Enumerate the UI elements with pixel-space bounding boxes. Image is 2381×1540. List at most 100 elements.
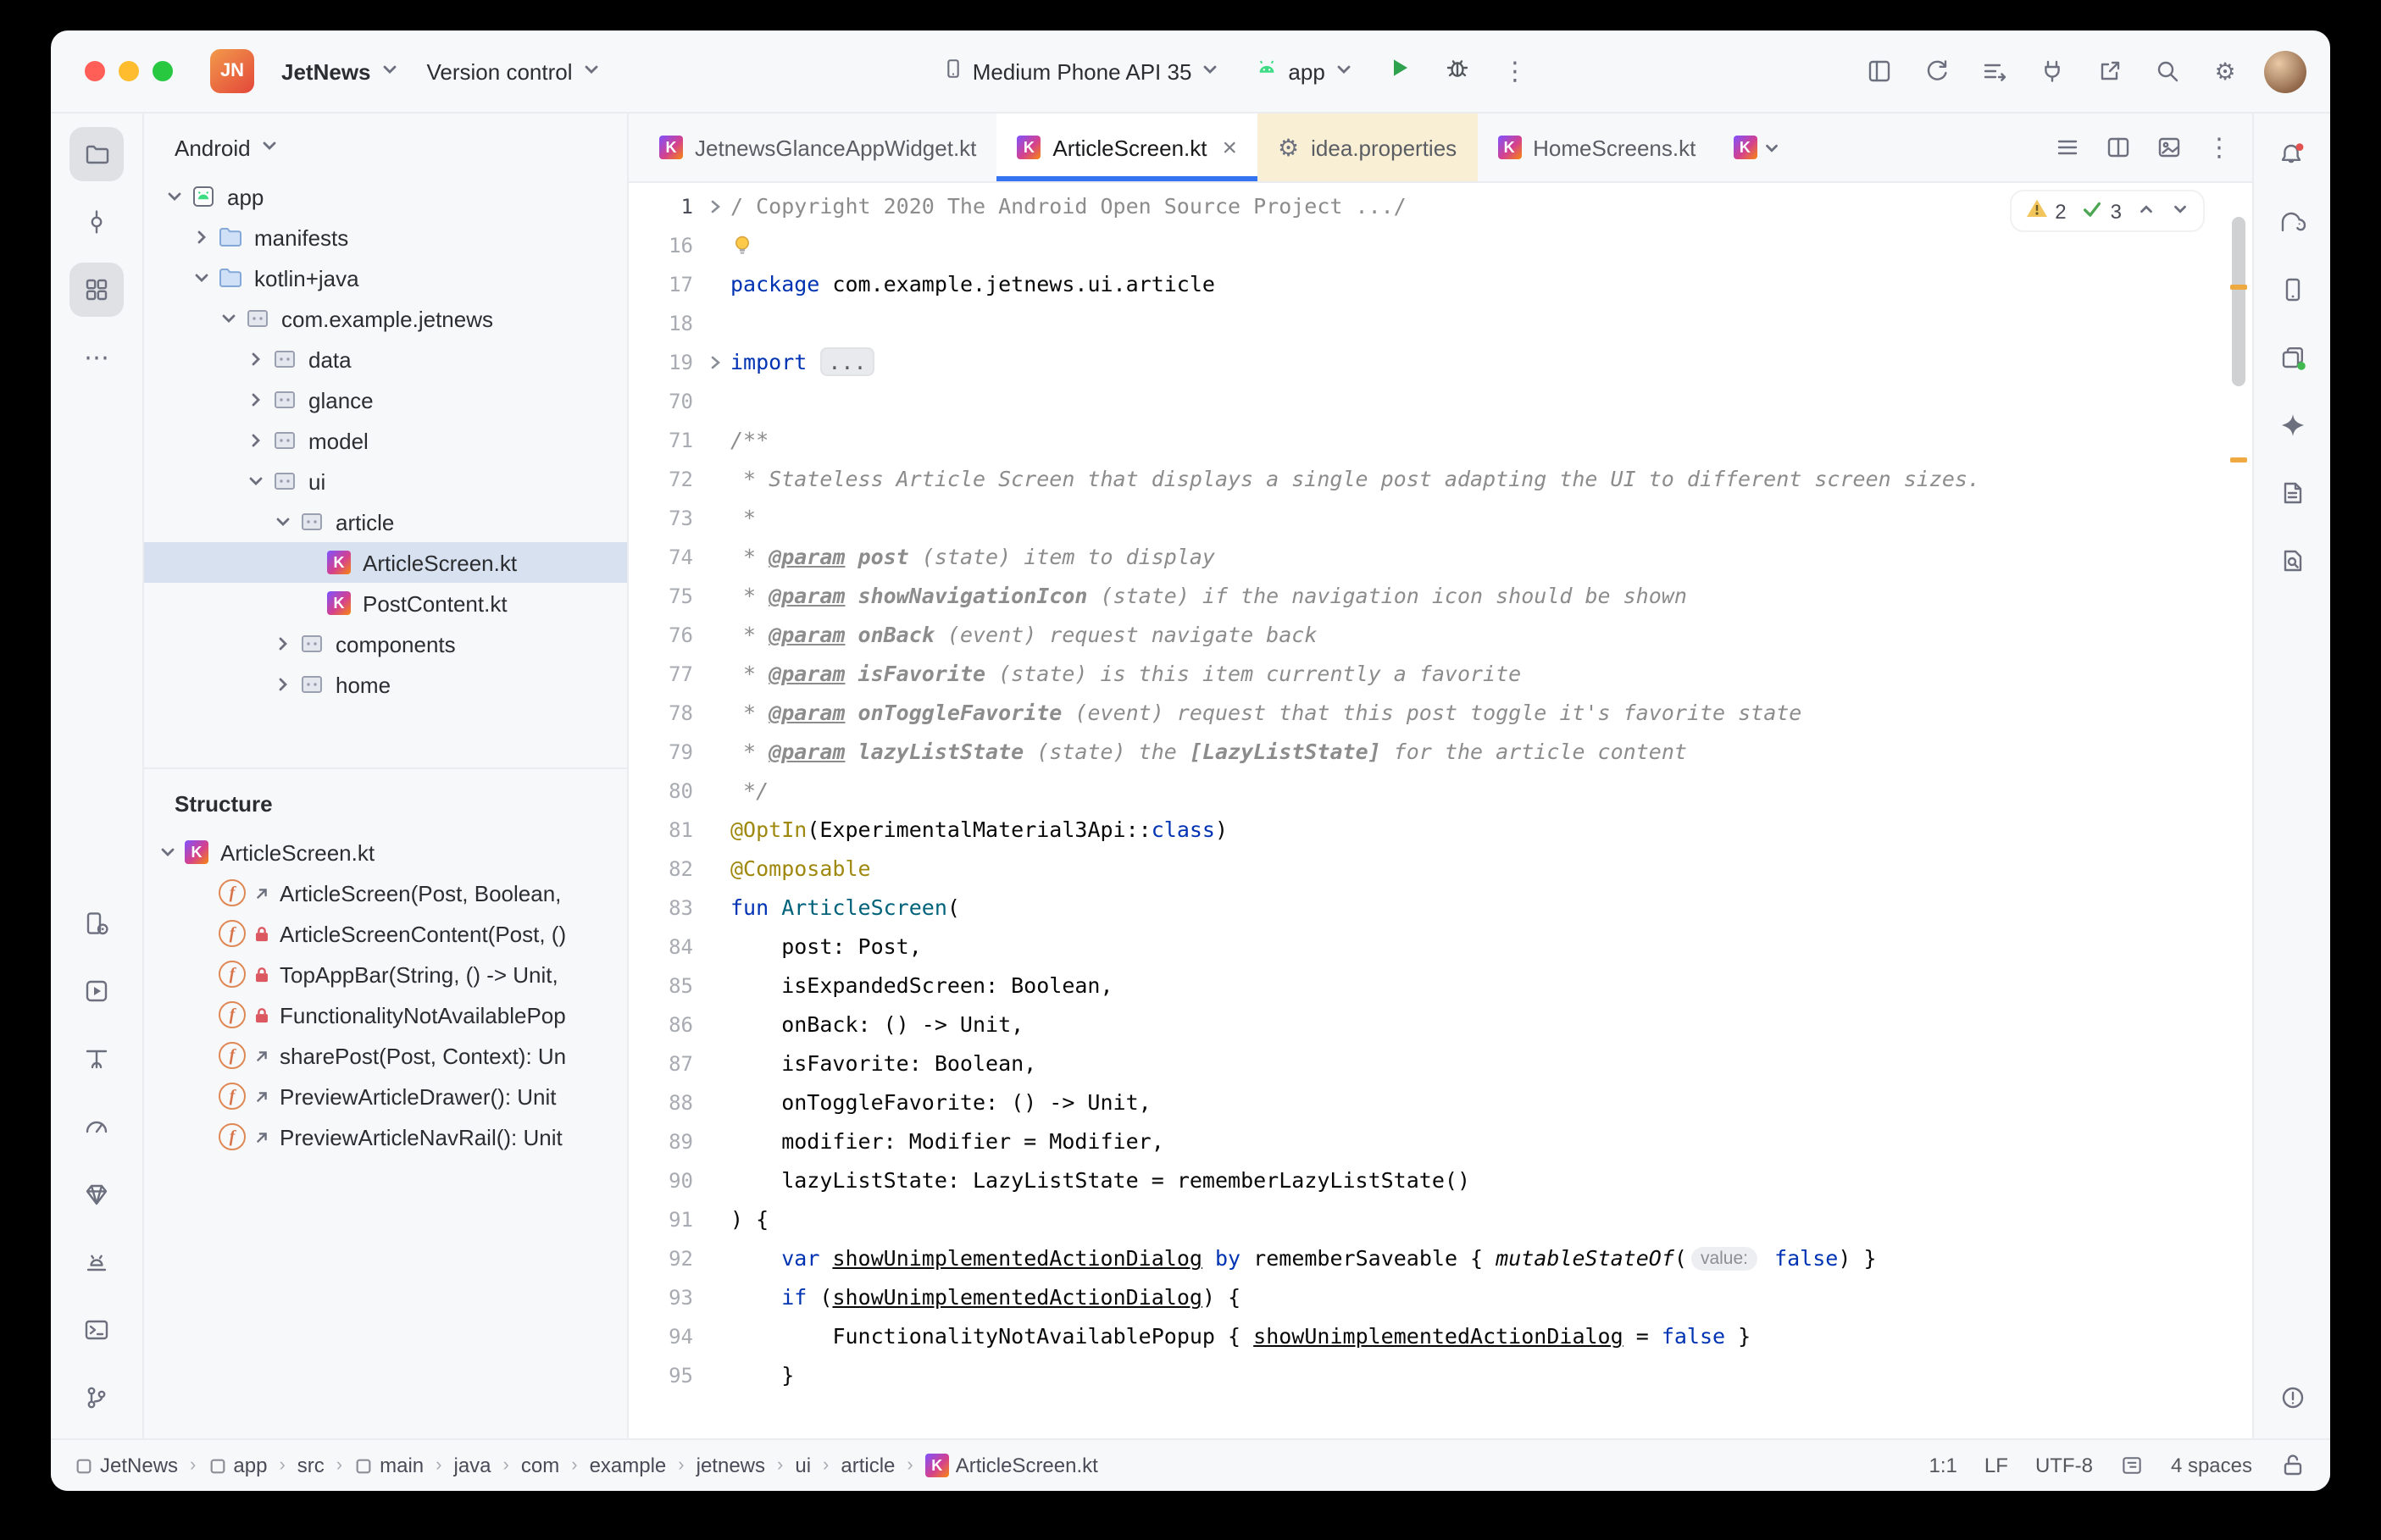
tab-idea.properties[interactable]: ⚙idea.properties <box>1257 114 1477 181</box>
sync-icon[interactable] <box>1912 46 1962 97</box>
line-number[interactable]: 88 <box>629 1090 700 1114</box>
tree-item-article[interactable]: article <box>144 501 627 542</box>
plugins-icon[interactable] <box>2027 46 2078 97</box>
breadcrumb-java[interactable]: java <box>454 1454 491 1477</box>
code-line[interactable]: 71 /** <box>629 420 2252 459</box>
code-line[interactable]: 17 package com.example.jetnews.ui.articl… <box>629 264 2252 303</box>
chevron-open-icon[interactable] <box>269 512 297 532</box>
chevron-open-icon[interactable] <box>242 471 269 491</box>
device-manager-icon[interactable] <box>69 896 124 950</box>
line-number[interactable]: 76 <box>629 623 700 646</box>
vcs-menu[interactable]: Version control <box>413 52 615 91</box>
file-encoding[interactable]: UTF-8 <box>2035 1454 2093 1477</box>
code-line[interactable]: 16 <box>629 225 2252 264</box>
line-number[interactable]: 74 <box>629 545 700 568</box>
line-number[interactable]: 16 <box>629 233 700 257</box>
line-number[interactable]: 72 <box>629 467 700 490</box>
project-menu[interactable]: JetNews <box>268 52 413 91</box>
tab-HomeScreens.kt[interactable]: KHomeScreens.kt <box>1477 114 1716 181</box>
chevron-open-icon[interactable] <box>215 308 242 329</box>
project-view-selector[interactable]: Android <box>144 114 627 176</box>
chevron-open-icon[interactable] <box>161 186 188 207</box>
line-number[interactable]: 87 <box>629 1051 700 1075</box>
breadcrumb-app[interactable]: app <box>208 1454 267 1477</box>
notifications-icon[interactable] <box>2265 127 2319 181</box>
tree-item-data[interactable]: data <box>144 339 627 379</box>
code-editor[interactable]: 1 / Copyright 2020 The Android Open Sour… <box>629 183 2252 1438</box>
structure-item[interactable]: f sharePost(Post, Context): Un <box>144 1035 627 1076</box>
app-quality-insights-icon[interactable] <box>69 1167 124 1221</box>
device-selector[interactable]: Medium Phone API 35 <box>929 51 1235 91</box>
line-number[interactable]: 84 <box>629 934 700 958</box>
caret-position[interactable]: 1:1 <box>1929 1454 1957 1477</box>
logcat-icon[interactable] <box>69 1235 124 1289</box>
breadcrumb-src[interactable]: src <box>297 1454 325 1477</box>
prev-problem-button[interactable] <box>2137 199 2156 223</box>
line-number[interactable]: 91 <box>629 1207 700 1231</box>
code-line[interactable]: 87 isFavorite: Boolean, <box>629 1044 2252 1083</box>
gemini-ai-icon[interactable] <box>2265 398 2319 452</box>
line-number[interactable]: 90 <box>629 1168 700 1192</box>
code-line[interactable]: 84 post: Post, <box>629 927 2252 966</box>
code-line[interactable]: 78 * @param onToggleFavorite (event) req… <box>629 693 2252 732</box>
code-line[interactable]: 82 @Composable <box>629 849 2252 888</box>
code-line[interactable]: 85 isExpandedScreen: Boolean, <box>629 966 2252 1005</box>
chevron-open-icon[interactable] <box>188 268 215 288</box>
close-window-button[interactable] <box>85 61 105 81</box>
breadcrumb-example[interactable]: example <box>590 1454 667 1477</box>
hidden-tabs-dropdown[interactable]: K <box>1716 114 1797 181</box>
breadcrumb-com[interactable]: com <box>521 1454 559 1477</box>
line-number[interactable]: 93 <box>629 1285 700 1309</box>
search-everywhere-icon[interactable] <box>2142 46 2193 97</box>
code-line[interactable]: 92 var showUnimplementedActionDialog by … <box>629 1238 2252 1277</box>
line-number[interactable]: 70 <box>629 389 700 413</box>
code-line[interactable]: 86 onBack: () -> Unit, <box>629 1005 2252 1044</box>
line-number[interactable]: 17 <box>629 272 700 296</box>
warnings-count[interactable]: 2 <box>2024 197 2066 225</box>
code-line[interactable]: 76 * @param onBack (event) request navig… <box>629 615 2252 654</box>
code-line[interactable]: 19 import ... <box>629 342 2252 381</box>
user-avatar[interactable] <box>2264 50 2306 92</box>
code-line[interactable]: 89 modifier: Modifier = Modifier, <box>629 1122 2252 1161</box>
next-problem-button[interactable] <box>2171 199 2190 223</box>
line-separator[interactable]: LF <box>1984 1454 2008 1477</box>
run-configuration-selector[interactable]: app <box>1240 49 1367 93</box>
code-line[interactable]: 93 if (showUnimplementedActionDialog) { <box>629 1277 2252 1316</box>
tree-item-components[interactable]: components <box>144 623 627 664</box>
warning-stripe-mark[interactable] <box>2230 285 2247 290</box>
share-link-icon[interactable] <box>2084 46 2135 97</box>
line-number[interactable]: 94 <box>629 1324 700 1348</box>
fold-marker-icon[interactable] <box>700 197 730 214</box>
breadcrumb-main[interactable]: main <box>354 1454 424 1477</box>
code-line[interactable]: 74 * @param post (state) item to display <box>629 537 2252 576</box>
breadcrumb-article[interactable]: article <box>841 1454 895 1477</box>
tree-item-ArticleScreen.kt[interactable]: K ArticleScreen.kt <box>144 542 627 583</box>
line-number[interactable]: 81 <box>629 817 700 841</box>
gradle-icon[interactable] <box>2265 195 2319 249</box>
line-number[interactable]: 19 <box>629 350 700 374</box>
structure-root[interactable]: K ArticleScreen.kt <box>144 832 627 872</box>
breadcrumb-ui[interactable]: ui <box>795 1454 811 1477</box>
code-line[interactable]: 1 / Copyright 2020 The Android Open Sour… <box>629 186 2252 225</box>
line-number[interactable]: 95 <box>629 1363 700 1387</box>
indent-icon[interactable] <box>2120 1454 2144 1477</box>
more-tools-icon[interactable]: ⋯ <box>69 330 124 385</box>
structure-item[interactable]: f PreviewArticleDrawer(): Unit <box>144 1076 627 1116</box>
version-control-tool-icon[interactable] <box>69 1371 124 1425</box>
window-layout-icon[interactable] <box>1854 46 1905 97</box>
code-line[interactable]: 70 <box>629 381 2252 420</box>
tab-JetnewsGlanceAppWidget.kt[interactable]: KJetnewsGlanceAppWidget.kt <box>639 114 996 181</box>
chevron-open-icon[interactable] <box>154 842 181 862</box>
structure-item[interactable]: f ArticleScreenContent(Post, () <box>144 913 627 954</box>
tree-item-manifests[interactable]: manifests <box>144 217 627 258</box>
code-line[interactable]: 91 ) { <box>629 1199 2252 1238</box>
code-line[interactable]: 72 * Stateless Article Screen that displ… <box>629 459 2252 498</box>
fold-marker-icon[interactable] <box>700 353 730 370</box>
chevron-closed-icon[interactable] <box>269 674 297 695</box>
structure-item[interactable]: f FunctionalityNotAvailablePop <box>144 994 627 1035</box>
intention-bulb-icon[interactable] <box>730 233 754 257</box>
minimize-window-button[interactable] <box>119 61 139 81</box>
structure-item[interactable]: f PreviewArticleNavRail(): Unit <box>144 1116 627 1157</box>
code-line[interactable]: 73 * <box>629 498 2252 537</box>
breadcrumb-ArticleScreen.kt[interactable]: K ArticleScreen.kt <box>925 1454 1098 1477</box>
